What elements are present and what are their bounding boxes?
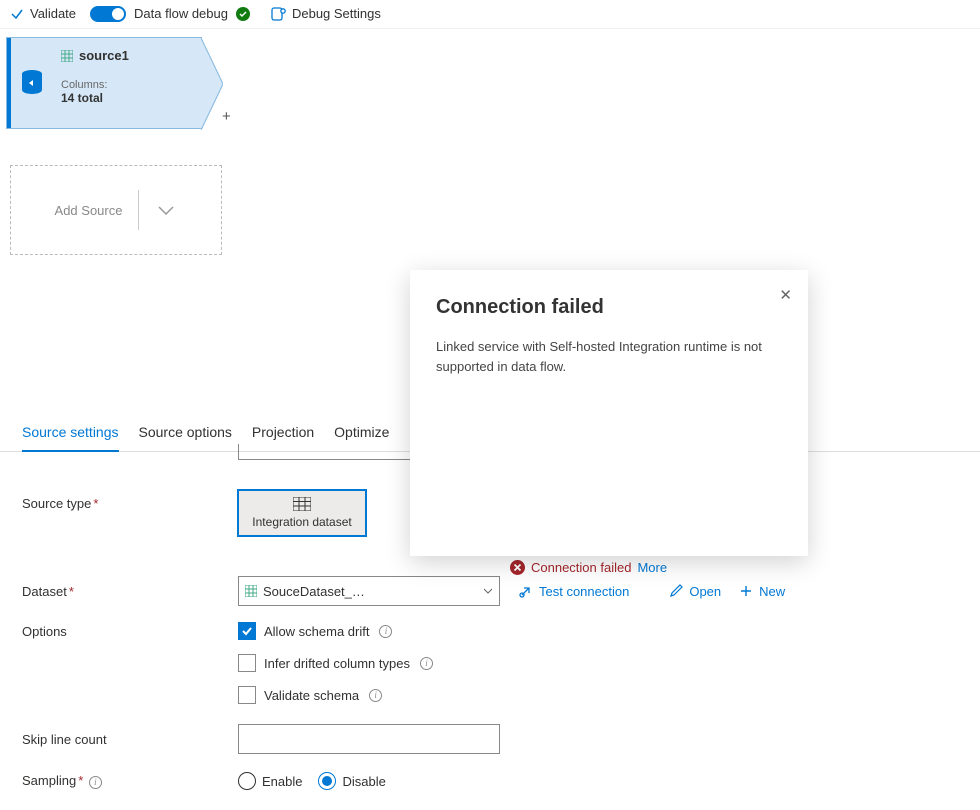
close-icon[interactable]: ✕ xyxy=(779,286,792,304)
edit-icon xyxy=(669,584,683,598)
debug-label: Data flow debug xyxy=(134,6,228,21)
open-button[interactable]: Open xyxy=(669,584,721,599)
new-button[interactable]: New xyxy=(739,584,785,599)
add-source-button[interactable]: Add Source xyxy=(10,165,222,255)
info-icon[interactable]: i xyxy=(89,776,102,789)
tab-source-options[interactable]: Source options xyxy=(139,414,232,451)
debug-settings-button[interactable]: Debug Settings xyxy=(264,4,387,24)
columns-total: 14 total xyxy=(61,91,193,105)
dialog-title: Connection failed xyxy=(436,296,782,319)
add-step-icon[interactable]: + xyxy=(222,108,231,125)
infer-drift-checkbox[interactable] xyxy=(238,654,256,672)
toolbar: Validate Data flow debug Debug Settings xyxy=(0,0,980,28)
grid-icon xyxy=(293,497,311,511)
columns-label: Columns: xyxy=(61,79,193,91)
info-icon[interactable]: i xyxy=(369,689,382,702)
plus-icon xyxy=(739,584,753,598)
node-output-arrow xyxy=(201,38,223,130)
check-icon xyxy=(10,7,24,21)
settings-icon xyxy=(270,6,286,22)
check-icon xyxy=(241,625,253,637)
connection-icon xyxy=(518,584,533,599)
tab-source-settings[interactable]: Source settings xyxy=(22,414,119,452)
skip-line-input[interactable] xyxy=(238,724,500,754)
error-icon xyxy=(510,560,525,575)
sampling-label: Sampling xyxy=(22,773,76,788)
info-icon[interactable]: i xyxy=(379,625,392,638)
validate-schema-checkbox[interactable] xyxy=(238,686,256,704)
database-icon xyxy=(11,38,53,128)
chevron-down-icon xyxy=(483,586,493,596)
debug-settings-label: Debug Settings xyxy=(292,6,381,21)
dataset-value: SouceDataset_… xyxy=(263,584,477,599)
allow-drift-label: Allow schema drift xyxy=(264,624,369,639)
infer-drift-label: Infer drifted column types xyxy=(264,656,410,671)
debug-toggle[interactable] xyxy=(90,6,126,22)
connection-failed-text: Connection failed xyxy=(531,560,631,575)
validate-schema-label: Validate schema xyxy=(264,688,359,703)
source-type-integration-dataset[interactable]: Integration dataset xyxy=(238,490,366,536)
integration-dataset-label: Integration dataset xyxy=(252,515,351,529)
test-connection-button[interactable]: Test connection xyxy=(518,584,629,599)
options-label: Options xyxy=(22,622,238,704)
source-node[interactable]: source1 Columns: 14 total xyxy=(6,37,202,129)
skip-line-label: Skip line count xyxy=(22,732,238,747)
more-link[interactable]: More xyxy=(637,560,667,575)
node-title: source1 xyxy=(79,48,129,63)
allow-drift-checkbox[interactable] xyxy=(238,622,256,640)
error-dialog: ✕ Connection failed Linked service with … xyxy=(410,270,808,556)
status-ok-icon xyxy=(236,7,250,21)
validate-label: Validate xyxy=(30,6,76,21)
info-icon[interactable]: i xyxy=(420,657,433,670)
chevron-down-icon xyxy=(155,199,177,221)
source-type-label: Source type xyxy=(22,496,91,511)
validate-button[interactable]: Validate xyxy=(4,4,82,23)
sampling-disable-radio[interactable]: Disable xyxy=(318,772,385,790)
sampling-enable-radio[interactable]: Enable xyxy=(238,772,302,790)
add-source-label: Add Source xyxy=(55,203,123,218)
dialog-message: Linked service with Self-hosted Integrat… xyxy=(436,337,782,376)
dataset-label: Dataset xyxy=(22,584,67,599)
dataset-dropdown[interactable]: SouceDataset_… xyxy=(238,576,500,606)
table-icon xyxy=(245,585,257,597)
table-icon xyxy=(61,50,73,62)
